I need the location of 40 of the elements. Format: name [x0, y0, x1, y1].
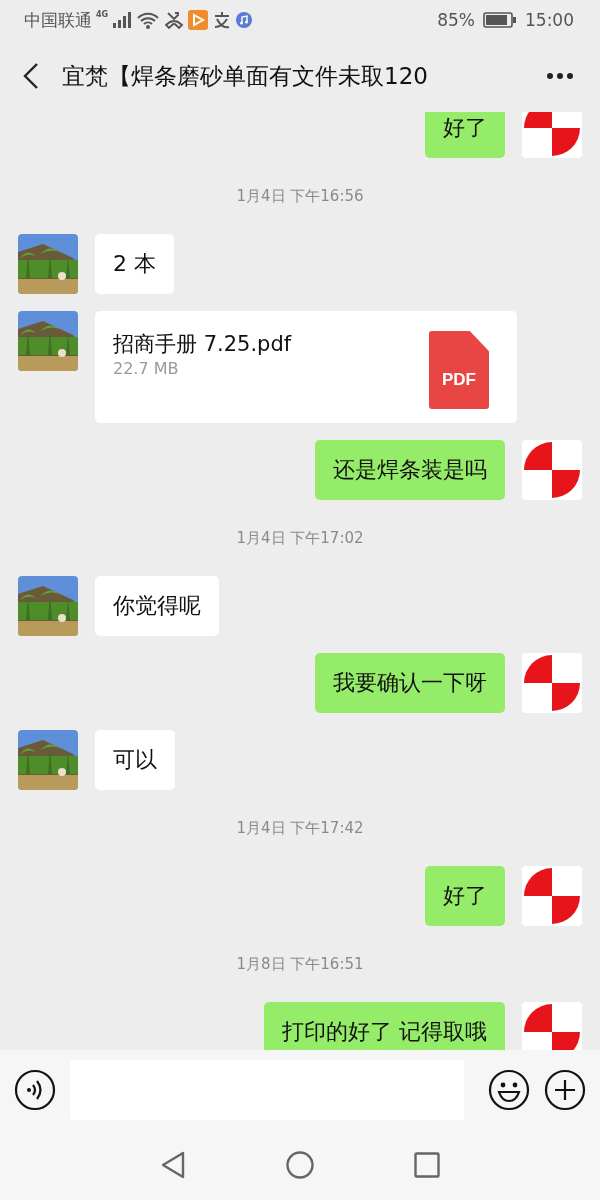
- missed-call-icon: [164, 11, 185, 29]
- battery-percent: 85%: [437, 10, 475, 30]
- message-bubble[interactable]: 2 本: [95, 234, 174, 294]
- file-size: 22.7 MB: [113, 358, 180, 380]
- chat-title: 宜梵【焊条磨砂单面有文件未取120: [62, 61, 429, 91]
- avatar-icon[interactable]: [522, 866, 582, 926]
- battery-icon: [483, 12, 517, 28]
- avatar-icon[interactable]: [522, 1002, 582, 1050]
- file-message[interactable]: 招商手册 7.25.pdf 22.7 MB PDF: [95, 311, 517, 423]
- home-icon[interactable]: [286, 1151, 314, 1179]
- network-label: 4G: [96, 10, 109, 19]
- avatar-icon[interactable]: [522, 112, 582, 158]
- timestamp: 1月4日 下午17:42: [235, 818, 365, 839]
- timestamp: 1月4日 下午17:02: [235, 528, 365, 549]
- back-icon[interactable]: [22, 62, 40, 90]
- avatar-icon[interactable]: [522, 440, 582, 500]
- signal-icon: [112, 12, 133, 28]
- timestamp: 1月4日 下午16:56: [235, 186, 365, 207]
- voice-icon[interactable]: [14, 1069, 56, 1111]
- file-name: 招商手册 7.25.pdf: [113, 331, 292, 358]
- message-bubble[interactable]: 还是焊条装是吗: [315, 440, 505, 500]
- message-bubble[interactable]: 你觉得呢: [95, 576, 219, 636]
- clock: 15:00: [525, 10, 574, 30]
- message-bubble[interactable]: 好了: [425, 112, 505, 158]
- message-bubble[interactable]: 我要确认一下呀: [315, 653, 505, 713]
- more-icon[interactable]: [546, 72, 574, 80]
- plus-icon[interactable]: [544, 1069, 586, 1111]
- recent-apps-icon[interactable]: [414, 1152, 440, 1178]
- emoji-icon[interactable]: [488, 1069, 530, 1111]
- message-bubble[interactable]: 可以: [95, 730, 175, 790]
- play-app-icon: [188, 10, 209, 30]
- wifi-icon: [136, 11, 161, 29]
- message-bubble[interactable]: 好了: [425, 866, 505, 926]
- file-type-label: PDF: [442, 369, 476, 391]
- timestamp: 1月8日 下午16:51: [235, 954, 365, 975]
- avatar-icon[interactable]: [522, 653, 582, 713]
- back-nav-icon[interactable]: [160, 1151, 186, 1179]
- carrier-label: 中国联通: [24, 8, 92, 32]
- music-icon: [236, 12, 253, 28]
- message-bubble[interactable]: 打印的好了 记得取哦: [264, 1002, 505, 1050]
